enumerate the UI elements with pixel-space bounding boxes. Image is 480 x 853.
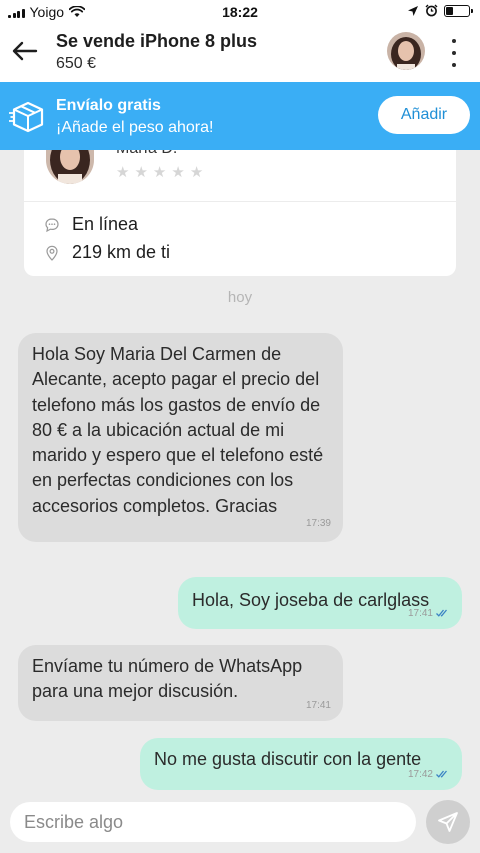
message-time: 17:39 xyxy=(305,517,331,529)
star-icon: ★ xyxy=(152,164,167,181)
add-weight-button[interactable]: Añadir xyxy=(378,96,470,134)
message-meta: 17:39 xyxy=(306,511,331,536)
message-time: 17:42 xyxy=(407,768,433,780)
profile-card[interactable]: María D. ★ ★ ★ ★ ★ En línea 219 km de ti xyxy=(24,150,456,276)
double-check-icon xyxy=(436,609,448,618)
status-bar: Yoigo 18:22 xyxy=(0,0,480,24)
location-arrow-icon xyxy=(408,5,418,16)
star-icon: ★ xyxy=(116,164,130,181)
message-time: 17:41 xyxy=(305,699,331,711)
distance-row: 219 km de ti xyxy=(44,242,170,263)
arrow-left-icon xyxy=(12,41,38,61)
chat-bubble-icon xyxy=(45,217,59,232)
profile-avatar xyxy=(46,150,94,184)
more-options-button[interactable] xyxy=(442,36,466,70)
message-text: Hola Soy Maria Del Carmen de Alecante, a… xyxy=(32,344,324,516)
status-right xyxy=(407,4,473,17)
banner-subtitle: ¡Añade el peso ahora! xyxy=(56,119,214,136)
message-text: Envíame tu número de WhatsApp para una m… xyxy=(32,656,303,702)
rating-stars: ★ ★ ★ ★ ★ xyxy=(116,163,203,181)
message-text: No me gusta discutir con la gente xyxy=(154,749,422,769)
back-button[interactable] xyxy=(10,36,40,66)
send-button[interactable] xyxy=(426,800,470,844)
chat-header: Se vende iPhone 8 plus 650 € xyxy=(0,24,480,82)
send-icon xyxy=(438,812,458,832)
banner-title: Envíalo gratis xyxy=(56,97,161,114)
user-avatar[interactable] xyxy=(387,32,425,70)
star-icon: ★ xyxy=(134,164,148,181)
message-meta: 17:42 xyxy=(408,762,450,787)
battery-icon xyxy=(444,4,473,17)
message-bubble-outgoing[interactable]: Hola, Soy joseba de carlglass 17:41 xyxy=(178,577,462,629)
star-icon: ★ xyxy=(171,164,185,181)
star-icon: ★ xyxy=(189,164,204,181)
message-bubble-incoming[interactable]: Envíame tu número de WhatsApp para una m… xyxy=(18,645,343,721)
card-divider xyxy=(24,201,456,202)
item-title[interactable]: Se vende iPhone 8 plus xyxy=(56,31,257,52)
online-status: En línea xyxy=(72,214,139,234)
location-pin-icon xyxy=(46,245,58,261)
online-status-row: En línea xyxy=(44,214,138,235)
distance-text: 219 km de ti xyxy=(72,242,171,262)
message-time: 17:41 xyxy=(407,607,433,619)
profile-name: María D. xyxy=(116,150,177,158)
shipping-banner: Envíalo gratis ¡Añade el peso ahora! Aña… xyxy=(0,82,480,150)
date-separator: hoy xyxy=(227,289,253,306)
message-bubble-incoming[interactable]: Hola Soy Maria Del Carmen de Alecante, a… xyxy=(18,333,343,543)
double-check-icon xyxy=(436,770,448,779)
item-price: 650 € xyxy=(56,55,97,72)
package-icon xyxy=(9,101,44,133)
message-meta: 17:41 xyxy=(306,693,331,718)
message-bubble-outgoing[interactable]: No me gusta discutir con la gente 17:42 xyxy=(140,738,462,790)
message-meta: 17:41 xyxy=(408,601,450,626)
message-input[interactable] xyxy=(10,802,416,842)
avatar-photo xyxy=(387,32,425,70)
alarm-icon xyxy=(425,4,438,17)
message-composer xyxy=(0,796,480,853)
